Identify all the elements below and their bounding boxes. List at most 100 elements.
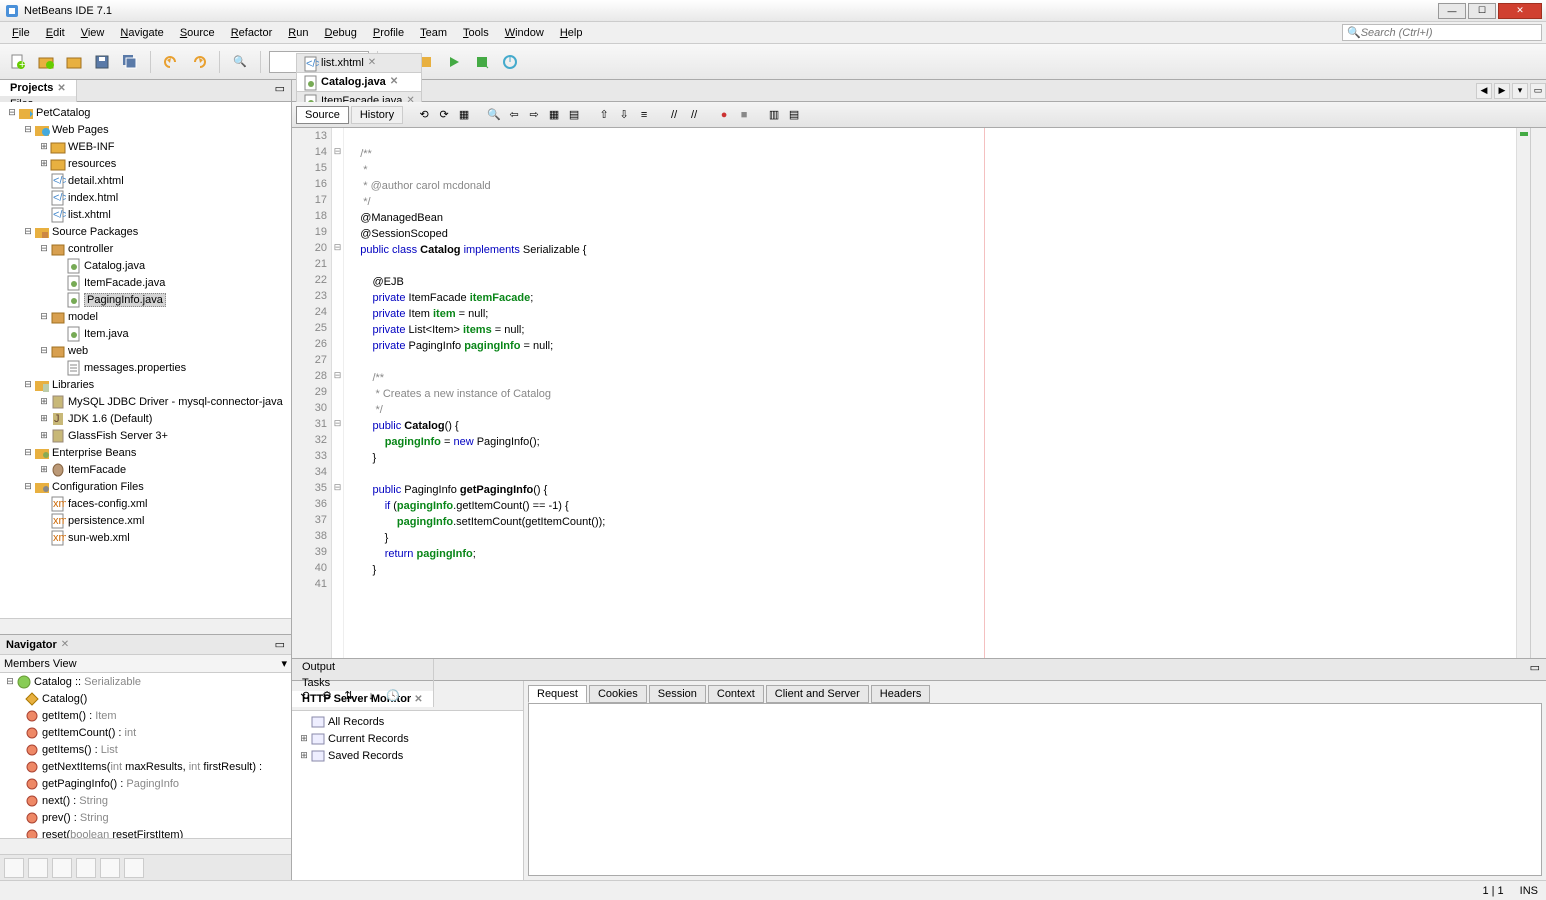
menu-help[interactable]: Help	[552, 25, 591, 41]
tab-list-button[interactable]: ▾	[1512, 83, 1528, 99]
menu-view[interactable]: View	[73, 25, 113, 41]
tree-node[interactable]: ⊟web	[2, 342, 289, 359]
close-button[interactable]: ✕	[1498, 3, 1542, 19]
comment-icon[interactable]: //	[665, 106, 683, 124]
tree-node[interactable]: </>detail.xhtml	[2, 172, 289, 189]
tree-node[interactable]: xmlpersistence.xml	[2, 512, 289, 529]
tree-node[interactable]: ⊟Libraries	[2, 376, 289, 393]
timestamp-icon[interactable]: 🕓	[384, 687, 402, 705]
nav-member[interactable]: getItem() : Item	[0, 707, 291, 724]
toggle-highlight-icon[interactable]: ▦	[545, 106, 563, 124]
collapse-icon[interactable]: ⊟	[22, 447, 34, 458]
refresh-icon[interactable]: ⟲	[296, 687, 314, 705]
tree-node[interactable]: ⊞WEB-INF	[2, 138, 289, 155]
tree-node[interactable]: ⊞MySQL JDBC Driver - mysql-connector-jav…	[2, 393, 289, 410]
collapse-icon[interactable]: ⊟	[22, 124, 34, 135]
open-project-button[interactable]	[62, 50, 86, 74]
next-icon[interactable]: ⇨	[525, 106, 543, 124]
tree-node[interactable]: ⊟model	[2, 308, 289, 325]
nav-member[interactable]: next() : String	[0, 792, 291, 809]
code-editor[interactable]: 1314151617181920212223242526272829303132…	[292, 128, 1546, 658]
tree-node[interactable]: ⊟Enterprise Beans	[2, 444, 289, 461]
tree-node[interactable]: </>index.html	[2, 189, 289, 206]
run-button[interactable]	[442, 50, 466, 74]
toolbar-icon[interactable]: ⇅	[340, 687, 358, 705]
tree-node[interactable]: messages.properties	[2, 359, 289, 376]
tree-node[interactable]: Item.java	[2, 325, 289, 342]
horizontal-scrollbar[interactable]	[0, 618, 291, 634]
menu-refactor[interactable]: Refactor	[223, 25, 281, 41]
collapse-icon[interactable]: ⊟	[22, 481, 34, 492]
nav-member[interactable]: reset(boolean resetFirstItem)	[0, 826, 291, 838]
toolbar-icon[interactable]: ⚙	[318, 687, 336, 705]
toolbar-icon[interactable]: ▤	[565, 106, 583, 124]
menu-window[interactable]: Window	[497, 25, 552, 41]
tree-node[interactable]: </>list.xhtml	[2, 206, 289, 223]
monitor-subtab[interactable]: Cookies	[589, 685, 647, 703]
nav-member[interactable]: Catalog()	[0, 690, 291, 707]
monitor-subtab[interactable]: Context	[708, 685, 764, 703]
monitor-tree[interactable]: All Records⊞Current Records⊞Saved Record…	[292, 711, 523, 880]
tree-node[interactable]: Catalog.java	[2, 257, 289, 274]
menu-debug[interactable]: Debug	[316, 25, 364, 41]
members-view-combo[interactable]: Members View▾	[0, 655, 291, 673]
filter-icon[interactable]	[4, 858, 24, 878]
profile-button[interactable]	[498, 50, 522, 74]
monitor-subtab[interactable]: Request	[528, 685, 587, 703]
menu-team[interactable]: Team	[412, 25, 455, 41]
nav-member[interactable]: getItemCount() : int	[0, 724, 291, 741]
scroll-right-button[interactable]: ▶	[1494, 83, 1510, 99]
history-view-button[interactable]: History	[351, 106, 403, 124]
tree-node[interactable]: ⊞resources	[2, 155, 289, 172]
new-project-button[interactable]	[34, 50, 58, 74]
filter-icon[interactable]	[100, 858, 120, 878]
tree-node[interactable]: ⊞JJDK 1.6 (Default)	[2, 410, 289, 427]
debug-button[interactable]	[470, 50, 494, 74]
monitor-node[interactable]: ⊞Current Records	[294, 730, 521, 747]
nav-member[interactable]: getItems() : List	[0, 741, 291, 758]
expand-icon[interactable]: ⊞	[38, 464, 50, 475]
expand-icon[interactable]: ⊞	[38, 413, 50, 424]
nav-member[interactable]: getNextItems(int maxResults, int firstRe…	[0, 758, 291, 775]
menu-file[interactable]: File	[4, 25, 38, 41]
menu-profile[interactable]: Profile	[365, 25, 412, 41]
horizontal-scrollbar[interactable]	[0, 838, 291, 854]
minimize-panel-button[interactable]: ▭	[1524, 659, 1546, 680]
tree-node[interactable]: ItemFacade.java	[2, 274, 289, 291]
tab-projects[interactable]: Projects ✕	[0, 80, 77, 96]
menu-navigate[interactable]: Navigate	[112, 25, 171, 41]
output-tab[interactable]: Output	[292, 659, 434, 675]
close-icon[interactable]: ✕	[390, 76, 398, 87]
expand-icon[interactable]: ⊞	[38, 158, 50, 169]
error-stripe[interactable]	[1516, 128, 1530, 658]
tree-node[interactable]: xmlsun-web.xml	[2, 529, 289, 546]
menu-edit[interactable]: Edit	[38, 25, 73, 41]
collapse-icon[interactable]: ⊟	[22, 226, 34, 237]
redo-button[interactable]	[187, 50, 211, 74]
search-input[interactable]	[1361, 27, 1537, 39]
toolbar-icon[interactable]: ≡	[635, 106, 653, 124]
toolbar-icon[interactable]: ▦	[455, 106, 473, 124]
shift-right-icon[interactable]: ⇩	[615, 106, 633, 124]
tree-node[interactable]: ⊟Configuration Files	[2, 478, 289, 495]
sort-icon[interactable]	[124, 858, 144, 878]
tree-node[interactable]: xmlfaces-config.xml	[2, 495, 289, 512]
editor-tab[interactable]: </>list.xhtml ✕	[296, 53, 422, 72]
menu-source[interactable]: Source	[172, 25, 223, 41]
minimize-button[interactable]: —	[1438, 3, 1466, 19]
tree-node[interactable]: ⊟controller	[2, 240, 289, 257]
toolbar-icon[interactable]: ▤	[785, 106, 803, 124]
back-icon[interactable]: ⟲	[415, 106, 433, 124]
vertical-scrollbar[interactable]	[1530, 128, 1546, 658]
nav-member[interactable]: getPagingInfo() : PagingInfo	[0, 775, 291, 792]
close-icon[interactable]: ✕	[61, 639, 69, 650]
collapse-icon[interactable]: ⊟	[38, 243, 50, 254]
stop-macro-icon[interactable]: ■	[735, 106, 753, 124]
menu-run[interactable]: Run	[280, 25, 316, 41]
tree-node[interactable]: PagingInfo.java	[2, 291, 289, 308]
monitor-subtab[interactable]: Headers	[871, 685, 931, 703]
expand-icon[interactable]: ⊞	[38, 396, 50, 407]
close-icon[interactable]: ✕	[57, 83, 65, 94]
scroll-left-button[interactable]: ◀	[1476, 83, 1492, 99]
nav-root[interactable]: ⊟Catalog :: Serializable	[0, 673, 291, 690]
